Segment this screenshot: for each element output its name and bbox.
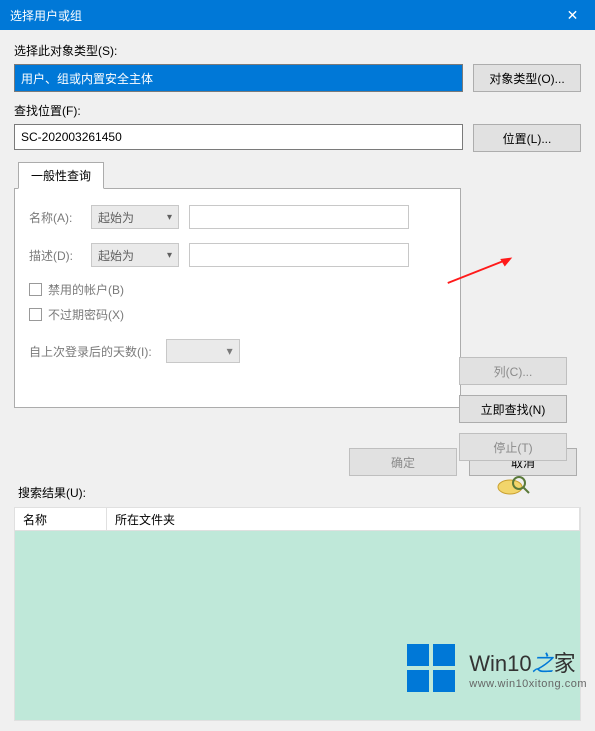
days-since-logon-label: 自上次登录后的天数(I): bbox=[29, 343, 152, 360]
column-name[interactable]: 名称 bbox=[15, 508, 107, 530]
object-types-button[interactable]: 对象类型(O)... bbox=[473, 64, 581, 92]
location-field[interactable]: SC-202003261450 bbox=[14, 124, 463, 150]
chevron-down-icon: ▾ bbox=[167, 212, 172, 223]
name-input[interactable] bbox=[189, 205, 409, 229]
days-since-logon-combo[interactable]: ▾ bbox=[166, 339, 240, 363]
location-label: 查找位置(F): bbox=[14, 102, 581, 119]
object-type-field[interactable]: 用户、组或内置安全主体 bbox=[14, 64, 463, 92]
disabled-accounts-label: 禁用的帐户(B) bbox=[48, 281, 124, 298]
results-header: 名称 所在文件夹 bbox=[14, 507, 581, 531]
search-folder-icon bbox=[459, 471, 567, 499]
close-button[interactable]: ✕ bbox=[550, 0, 595, 30]
window-title: 选择用户或组 bbox=[10, 7, 82, 24]
watermark: Win10之家 www.win10xitong.com bbox=[403, 640, 587, 696]
title-bar: 选择用户或组 ✕ bbox=[0, 0, 595, 30]
chevron-down-icon: ▾ bbox=[167, 250, 172, 261]
ok-button: 确定 bbox=[349, 448, 457, 476]
windows-logo-icon bbox=[403, 640, 459, 696]
disabled-accounts-checkbox[interactable] bbox=[29, 283, 42, 296]
description-input[interactable] bbox=[189, 243, 409, 267]
nonexpiring-password-label: 不过期密码(X) bbox=[48, 306, 124, 323]
nonexpiring-password-checkbox[interactable] bbox=[29, 308, 42, 321]
name-match-combo[interactable]: 起始为 ▾ bbox=[91, 205, 179, 229]
description-label: 描述(D): bbox=[29, 247, 81, 264]
description-match-combo[interactable]: 起始为 ▾ bbox=[91, 243, 179, 267]
object-type-label: 选择此对象类型(S): bbox=[14, 42, 581, 59]
stop-button: 停止(T) bbox=[459, 433, 567, 461]
chevron-down-icon: ▾ bbox=[227, 344, 233, 358]
locations-button[interactable]: 位置(L)... bbox=[473, 124, 581, 152]
column-folder[interactable]: 所在文件夹 bbox=[107, 508, 580, 530]
common-queries-panel: 名称(A): 起始为 ▾ 描述(D): 起始为 ▾ bbox=[14, 188, 461, 408]
close-icon: ✕ bbox=[567, 7, 579, 24]
name-label: 名称(A): bbox=[29, 209, 81, 226]
columns-button: 列(C)... bbox=[459, 357, 567, 385]
find-now-button[interactable]: 立即查找(N) bbox=[459, 395, 567, 423]
tab-common-queries[interactable]: 一般性查询 bbox=[18, 162, 104, 189]
